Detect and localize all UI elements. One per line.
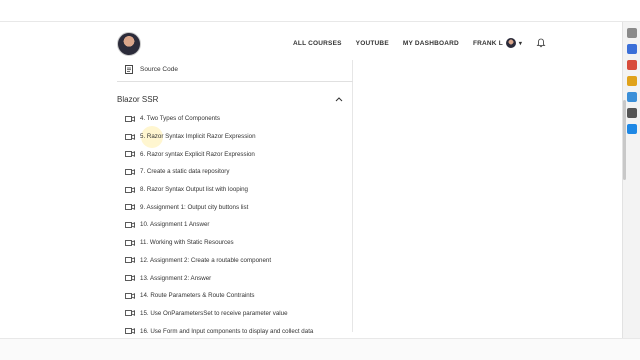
video-icon bbox=[125, 222, 135, 228]
lesson-item[interactable]: 8. Razor Syntax Output list with looping bbox=[117, 181, 353, 199]
bottom-bar bbox=[0, 338, 640, 360]
lesson-label: 13. Assignment 2: Answer bbox=[140, 274, 212, 282]
section-title: Blazor SSR bbox=[117, 94, 159, 104]
lesson-label: 15. Use OnParametersSet to receive param… bbox=[140, 309, 288, 317]
lesson-list: 4. Two Types of Components 5. Razor Synt… bbox=[117, 110, 353, 340]
document-icon bbox=[125, 65, 133, 74]
lesson-label: 6. Razor syntax Explicit Razor Expressio… bbox=[140, 150, 255, 158]
video-icon bbox=[125, 133, 135, 140]
resource-label: Source Code bbox=[140, 66, 178, 73]
app-icon-red[interactable] bbox=[627, 60, 637, 70]
video-icon bbox=[125, 328, 135, 334]
lesson-label: 10. Assignment 1 Answer bbox=[140, 221, 210, 229]
lesson-item[interactable]: 15. Use OnParametersSet to receive param… bbox=[117, 305, 353, 323]
lesson-item[interactable]: 9. Assignment 1: Output city buttons lis… bbox=[117, 198, 353, 216]
lesson-item[interactable]: 7. Create a static data repository bbox=[117, 163, 353, 181]
video-icon bbox=[125, 151, 135, 158]
user-avatar bbox=[505, 38, 516, 48]
page-scrollbar[interactable] bbox=[623, 100, 626, 180]
app-icon-lightblue[interactable] bbox=[627, 92, 637, 102]
search-icon[interactable] bbox=[627, 28, 637, 38]
lesson-item[interactable]: 13. Assignment 2: Answer bbox=[117, 269, 353, 287]
lesson-label: 16. Use Form and Input components to dis… bbox=[140, 327, 314, 335]
video-icon bbox=[125, 204, 135, 211]
lesson-label: 4. Two Types of Components bbox=[140, 115, 220, 123]
lesson-item[interactable]: 6. Razor syntax Explicit Razor Expressio… bbox=[117, 145, 353, 163]
lesson-item[interactable]: 12. Assignment 2: Create a routable comp… bbox=[117, 252, 353, 270]
video-icon bbox=[125, 186, 135, 193]
video-icon bbox=[125, 275, 135, 281]
browser-top-bar bbox=[0, 0, 640, 22]
avatar[interactable] bbox=[117, 32, 141, 56]
video-icon bbox=[125, 292, 135, 299]
chevron-up-icon[interactable] bbox=[335, 96, 343, 102]
lesson-label: 9. Assignment 1: Output city buttons lis… bbox=[140, 203, 249, 211]
app-icon-dark[interactable] bbox=[627, 108, 637, 118]
lesson-item[interactable]: 11. Working with Static Resources bbox=[117, 234, 353, 252]
video-icon bbox=[125, 310, 135, 317]
app-icon-orange[interactable] bbox=[627, 76, 637, 86]
app-icon-blue[interactable] bbox=[627, 44, 637, 54]
video-icon bbox=[125, 169, 135, 175]
section-header[interactable]: Blazor SSR bbox=[117, 90, 353, 108]
resource-item-source-code[interactable]: Source Code bbox=[117, 64, 353, 82]
lesson-item[interactable]: 5. Razor Syntax Implicit Razor Expressio… bbox=[117, 128, 353, 146]
side-app-strip bbox=[622, 22, 640, 340]
lesson-label: 12. Assignment 2: Create a routable comp… bbox=[140, 256, 272, 264]
lesson-label: 7. Create a static data repository bbox=[140, 168, 230, 176]
video-icon bbox=[125, 257, 135, 264]
lesson-label: 11. Working with Static Resources bbox=[140, 239, 234, 247]
video-icon bbox=[125, 239, 135, 246]
video-icon bbox=[125, 115, 135, 122]
user-name: FRANK L bbox=[472, 39, 503, 47]
user-menu[interactable]: FRANK L ▾ bbox=[473, 38, 522, 48]
lesson-label: 5. Razor Syntax Implicit Razor Expressio… bbox=[140, 133, 256, 141]
lesson-item[interactable]: 14. Route Parameters & Route Contraints bbox=[117, 287, 353, 305]
nav-my-dashboard[interactable]: MY DASHBOARD bbox=[403, 40, 459, 47]
bell-icon[interactable] bbox=[536, 38, 546, 48]
chevron-down-icon: ▾ bbox=[518, 40, 523, 47]
nav-all-courses[interactable]: ALL COURSES bbox=[293, 40, 342, 47]
lesson-item[interactable]: 4. Two Types of Components bbox=[117, 110, 353, 128]
main-nav: ALL COURSES YOUTUBE MY DASHBOARD FRANK L… bbox=[293, 38, 546, 48]
lesson-item[interactable]: 10. Assignment 1 Answer bbox=[117, 216, 353, 234]
lesson-label: 8. Razor Syntax Output list with looping bbox=[140, 186, 248, 194]
nav-youtube[interactable]: YOUTUBE bbox=[356, 40, 389, 47]
app-icon-blue-2[interactable] bbox=[627, 124, 637, 134]
lesson-label: 14. Route Parameters & Route Contraints bbox=[140, 292, 255, 300]
